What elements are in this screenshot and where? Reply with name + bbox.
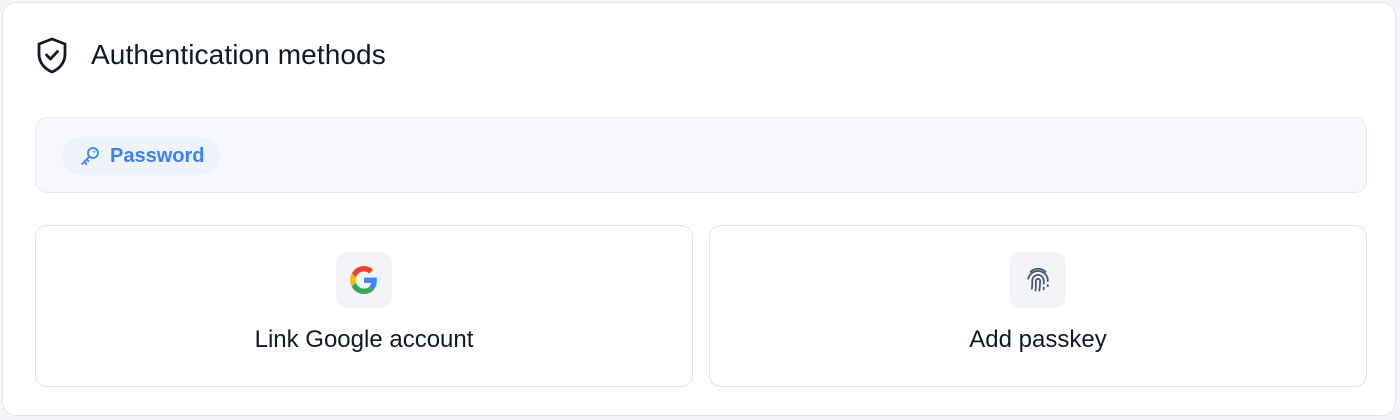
link-google-account-label: Link Google account xyxy=(254,326,474,353)
card-header: Authentication methods xyxy=(35,33,386,77)
google-icon xyxy=(336,252,392,308)
authentication-methods-card: Authentication methods Password Link Goo… xyxy=(2,2,1396,416)
card-title: Authentication methods xyxy=(91,39,386,70)
method-chip-password: Password xyxy=(62,137,221,175)
add-passkey-label: Add passkey xyxy=(969,326,1107,353)
key-icon xyxy=(78,144,102,168)
link-google-account-button[interactable]: Link Google account xyxy=(35,225,693,387)
shield-check-icon xyxy=(35,35,69,75)
add-passkey-button[interactable]: Add passkey xyxy=(709,225,1367,387)
active-methods-panel: Password xyxy=(35,117,1367,193)
fingerprint-icon xyxy=(1010,252,1066,308)
method-chip-label: Password xyxy=(110,144,205,167)
